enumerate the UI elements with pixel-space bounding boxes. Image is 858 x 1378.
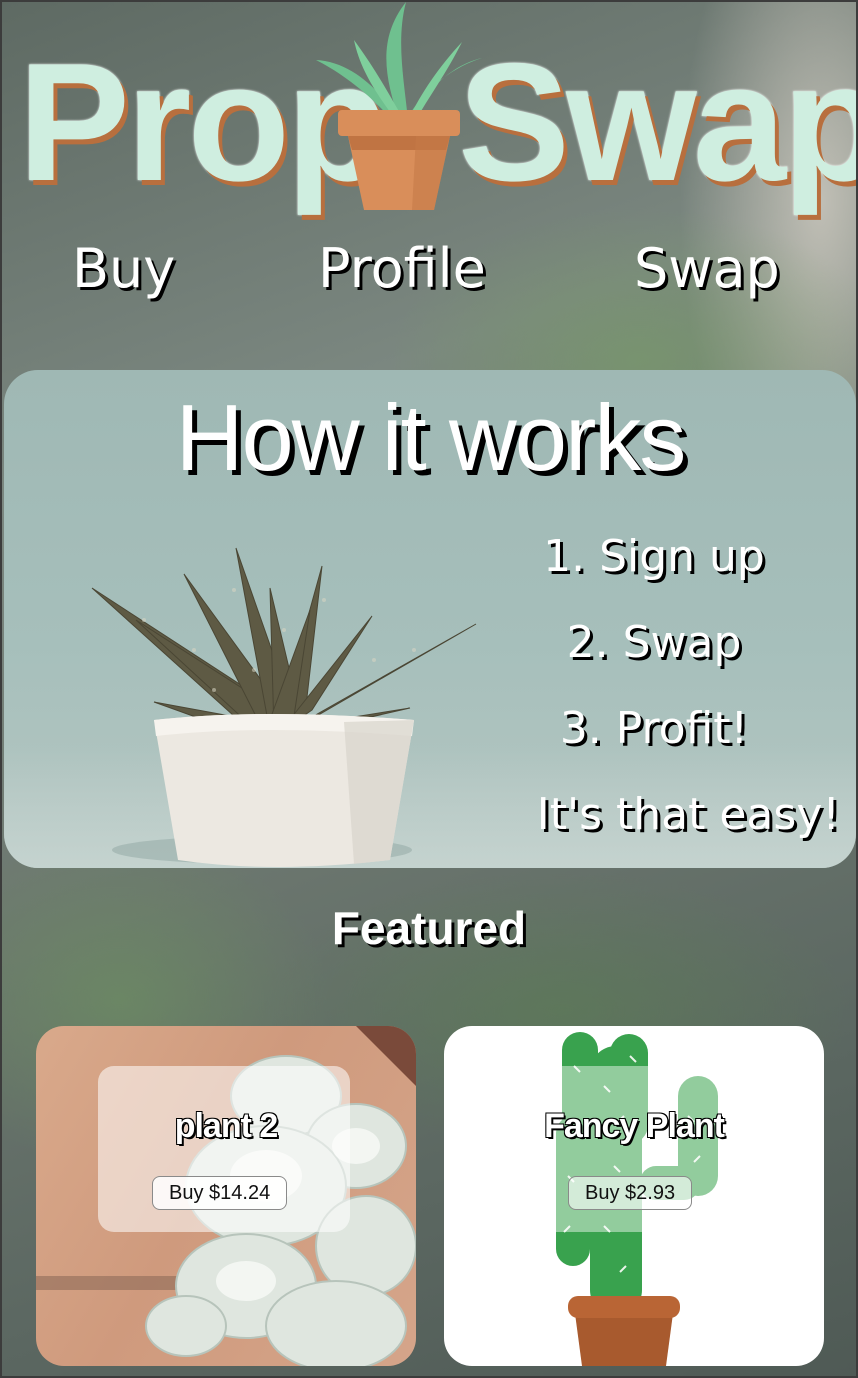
how-it-works-panel: How it works 1. Sign up 2. Swap 3. Profi… bbox=[4, 370, 856, 868]
tagline: It's that easy! bbox=[536, 789, 840, 840]
logo-text-swap: Swap bbox=[458, 28, 858, 216]
steps-list: 1. Sign up 2. Swap 3. Profit! It's that … bbox=[474, 514, 840, 858]
step-item: 1. Sign up bbox=[543, 531, 765, 582]
product-name: plant 2 bbox=[174, 1107, 279, 1145]
nav-buy-link[interactable]: Buy bbox=[72, 236, 175, 302]
nav-swap-link[interactable]: Swap bbox=[634, 236, 780, 302]
buy-button[interactable]: Buy $2.93 bbox=[568, 1176, 693, 1210]
featured-heading: Featured bbox=[331, 902, 527, 954]
product-card-plant-2[interactable]: plant 2 Buy $14.24 bbox=[36, 1026, 416, 1366]
step-item: 3. Profit! bbox=[559, 703, 749, 754]
how-it-works-title: How it works bbox=[175, 385, 687, 490]
product-name: Fancy Plant bbox=[544, 1107, 725, 1145]
succulent-in-white-pot-image bbox=[91, 547, 477, 867]
nav-profile-link[interactable]: Profile bbox=[318, 236, 486, 302]
product-card-fancy-plant[interactable]: Fancy Plant Buy $2.93 bbox=[444, 1026, 824, 1366]
site-logo[interactable]: Prop Swap bbox=[0, 0, 858, 240]
main-nav: Buy Profile Swap bbox=[0, 236, 858, 306]
buy-button[interactable]: Buy $14.24 bbox=[152, 1176, 288, 1210]
step-item: 2. Swap bbox=[566, 617, 742, 668]
